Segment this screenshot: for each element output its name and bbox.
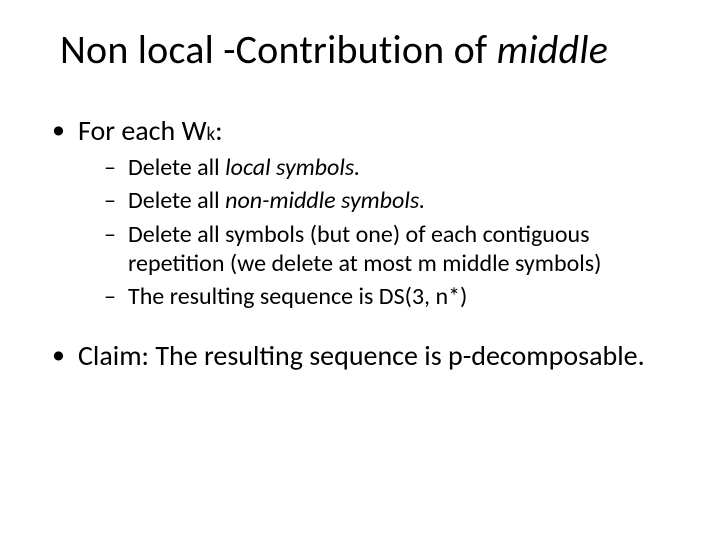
sub-list-1: Delete all local symbols. Delete all non…	[102, 153, 680, 311]
slide-title: Non local -Contribution of middle	[60, 25, 680, 74]
bullet-1: For each Wk: Delete all local symbols. D…	[46, 114, 680, 311]
title-text-ital: middle	[497, 25, 608, 74]
bullet-1-pre: For each W	[78, 113, 206, 148]
bullet-list: For each Wk: Delete all local symbols. D…	[46, 114, 680, 372]
slide: Non local -Contribution of middle For ea…	[0, 0, 720, 540]
sub-1: Delete all local symbols.	[102, 153, 680, 182]
sub-1-pre: Delete all	[128, 153, 225, 182]
sub-4: The resulting sequence is DS(3, n*)	[102, 282, 680, 311]
sub-3: Delete all symbols (but one) of each con…	[102, 220, 680, 279]
bullet-1-sub: k	[206, 123, 215, 146]
bullet-2: Claim: The resulting sequence is p-decom…	[46, 339, 680, 372]
sub-4-text: The resulting sequence is DS(3, n*)	[128, 282, 467, 311]
bullet-1-post: :	[215, 113, 223, 148]
sub-2: Delete all non-middle symbols.	[102, 186, 680, 215]
bullet-2-text: Claim: The resulting sequence is p-decom…	[78, 338, 645, 373]
sub-3-text: Delete all symbols (but one) of each con…	[128, 220, 601, 278]
sub-1-ital: local symbols.	[225, 153, 360, 182]
sub-2-ital: non-middle symbols.	[225, 186, 425, 215]
sub-2-pre: Delete all	[128, 186, 225, 215]
title-text-pre: Non local -Contribution of	[60, 25, 497, 74]
